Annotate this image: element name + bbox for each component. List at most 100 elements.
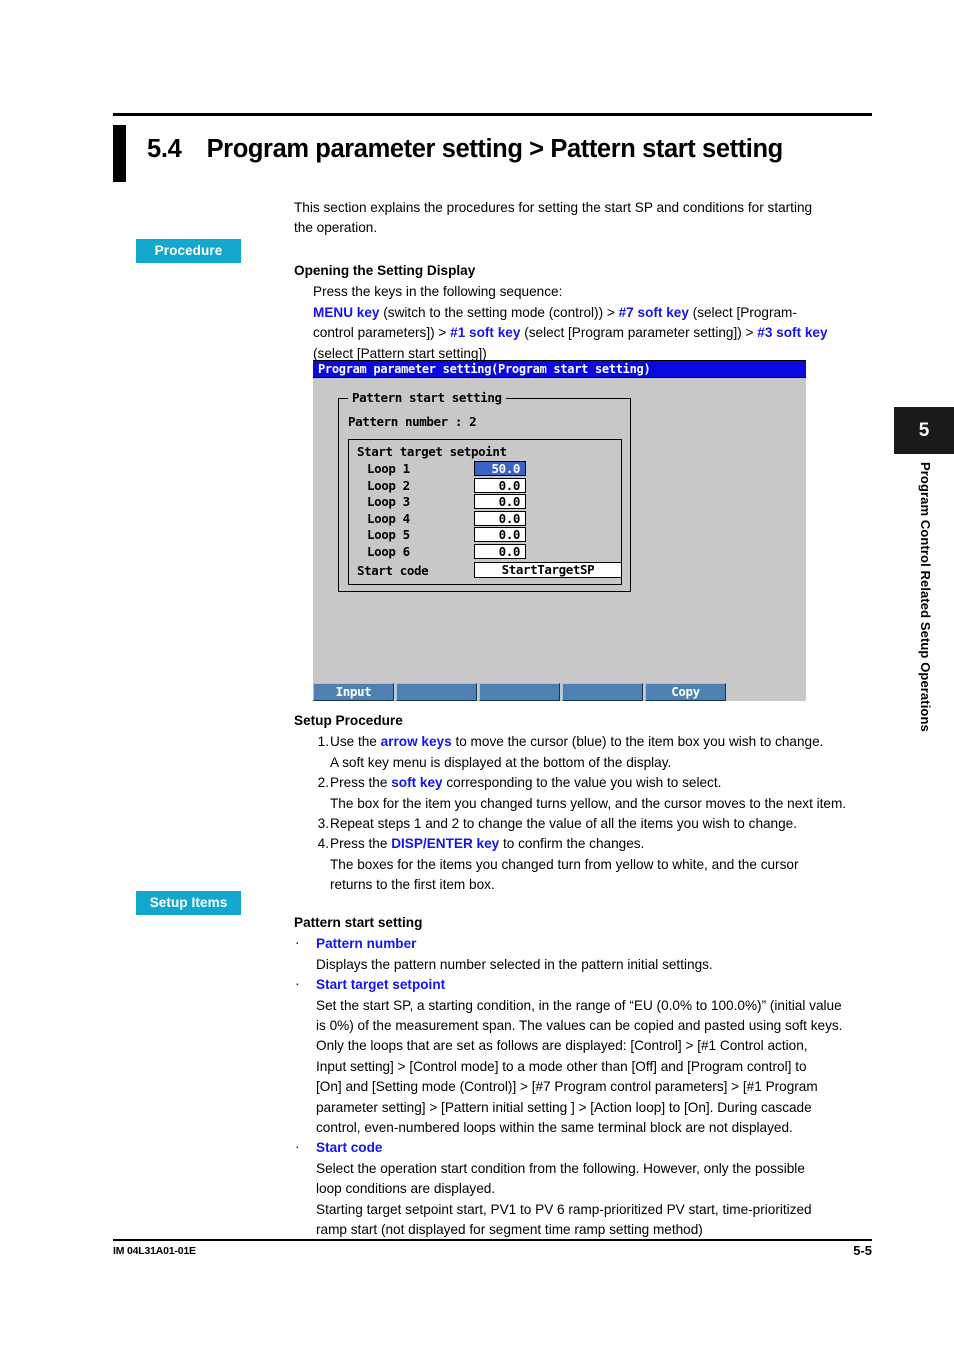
start-code-label: Start code [357,563,429,578]
body-line: is 0%) of the measurement span. The valu… [316,1018,843,1034]
page-title: Program parameter setting > Pattern star… [206,135,784,163]
loop-value-field[interactable]: 0.0 [474,494,526,509]
step-text-a: Press the [330,836,392,852]
loop-label: Loop 6 [367,543,410,559]
arrow-keys-ref: arrow keys [380,734,452,750]
start-target-setpoint-box: Start target setpoint Loop 1 50.0 Loop 2… [348,439,622,585]
step-subtext: A soft key menu is displayed at the bott… [330,754,672,770]
procedure-badge: Procedure [136,239,241,263]
section-number: 5.4 [147,135,182,163]
loop-value-field[interactable]: 50.0 [474,461,526,476]
list-item: 3. Repeat steps 1 and 2 to change the va… [294,814,874,834]
setup-items-badge: Setup Items [136,891,241,915]
loop-value-field[interactable]: 0.0 [474,510,526,526]
section-heading: 5.4 Program parameter setting > Pattern … [113,113,872,182]
soft-key-ref: soft key [391,775,443,791]
device-screen-figure: Program parameter setting(Program start … [313,360,806,701]
bullet-icon: · [295,935,300,951]
item-body: Select the operation start condition fro… [294,1159,874,1241]
softkey7-ref: #7 soft key [618,304,689,320]
intro-line-2: the operation. [294,220,378,236]
device-body: Pattern start setting Pattern number : 2… [313,378,806,663]
loop-label: Loop 1 [367,461,410,476]
softkey-3[interactable] [479,683,560,701]
softkey1-ref: #1 soft key [450,325,521,341]
setup-procedure-block: Setup Procedure 1. Use the arrow keys to… [294,711,874,896]
loop-rows: Loop 1 50.0 Loop 2 0.0 Loop 3 0.0 Loop 4… [349,461,622,580]
seq-text-2: (select [Program- [688,304,797,320]
pattern-number-readout: Pattern number : 2 [348,414,477,429]
loop-value-field[interactable]: 0.0 [474,477,526,493]
opening-lead: Press the keys in the following sequence… [313,284,563,300]
item-label-start-code: Start code [316,1140,383,1156]
loop-value-field[interactable]: 0.0 [474,543,526,559]
loop-value-field[interactable]: 0.0 [474,527,526,542]
seq-text-1: (switch to the setting mode (control)) > [379,304,619,320]
softkey-bar: Input Copy [313,683,806,701]
pattern-start-setting-groupbox: Pattern start setting Pattern number : 2… [338,390,631,592]
body-line: Set the start SP, a starting condition, … [316,997,842,1013]
step-text-a: Press the [330,775,392,791]
intro-line-1: This section explains the procedures for… [294,200,813,215]
loop-row: Loop 4 0.0 [349,510,621,528]
groupbox-legend: Pattern start setting [348,390,506,405]
body-line: parameter setting] > [Pattern initial se… [316,1099,812,1115]
loop-row: Loop 3 0.0 [349,494,621,511]
step-number: 4. [317,836,329,852]
setup-items-heading: Pattern start setting [294,915,423,930]
step-subtext-2: returns to the first item box. [330,877,495,893]
device-titlebar: Program parameter setting(Program start … [313,360,806,378]
list-item: · Start target setpoint [294,975,874,995]
loop-row: Loop 1 50.0 [349,461,621,478]
heading-rule [113,113,872,116]
softkey-4[interactable] [562,683,643,701]
intro-paragraph: This section explains the procedures for… [294,198,874,239]
bullet-icon: · [295,1139,300,1155]
body-line: control, even-numbered loops within the … [316,1120,793,1136]
item-body: Displays the pattern number selected in … [294,955,874,975]
setup-procedure-steps: 1. Use the arrow keys to move the cursor… [294,732,874,895]
loop-label: Loop 5 [367,527,410,542]
list-item: 1. Use the arrow keys to move the cursor… [294,732,874,773]
body-line: Displays the pattern number selected in … [316,956,713,972]
footer-rule [113,1239,872,1241]
softkey3-ref: #3 soft key [757,325,828,341]
body-line: Starting target setpoint start, PV1 to P… [316,1201,812,1217]
seq-text-4: (select [Program parameter setting]) > [520,325,758,341]
softkey-5-copy[interactable]: Copy [645,683,726,701]
body-line: ramp start (not displayed for segment ti… [316,1222,703,1238]
seq-text-3: control parameters]) > [313,325,451,341]
start-code-field[interactable]: StartTargetSP [474,562,622,578]
list-item: 2. Press the soft key corresponding to t… [294,773,874,814]
loop-row: Loop 5 0.0 [349,527,621,544]
list-item: · Pattern number [294,934,874,954]
opening-setting-display-block: Opening the Setting Display Press the ke… [294,261,874,364]
step-text-b: corresponding to the value you wish to s… [442,775,722,791]
body-line: Input setting] > [Control mode] to a mod… [316,1058,807,1074]
step-text-b: to move the cursor (blue) to the item bo… [451,734,824,750]
document-number: IM 04L31A01-01E [113,1245,196,1257]
item-body: Set the start SP, a starting condition, … [294,996,874,1139]
loop-row: Loop 2 0.0 [349,477,621,495]
step-number: 3. [317,816,329,832]
softkey-1-input[interactable]: Input [313,683,394,701]
body-line: Select the operation start condition fro… [316,1160,805,1176]
softkey-2[interactable] [396,683,477,701]
chapter-title-text: Program Control Related Setup Operations [918,462,933,732]
setup-procedure-heading: Setup Procedure [294,713,403,728]
body-line: Only the loops that are set as follows a… [316,1038,808,1054]
menu-key-ref: MENU key [313,304,380,320]
step-text-b: to confirm the changes. [499,836,645,852]
page-number: 5-5 [853,1243,872,1258]
start-code-row: Start code StartTargetSP [349,562,622,580]
step-number: 1. [317,734,329,750]
list-item: 4. Press the DISP/ENTER key to confirm t… [294,834,874,895]
key-sequence: MENU key (switch to the setting mode (co… [313,303,874,364]
body-line: [On] and [Setting mode (Control)] > [#7 … [316,1079,818,1095]
seq-text-5: (select [Pattern start setting]) [313,345,487,361]
item-label-start-target-setpoint: Start target setpoint [316,977,446,993]
loop-label: Loop 4 [367,510,410,526]
chapter-number-tab: 5 [894,407,954,454]
item-label-pattern-number: Pattern number [316,936,417,952]
loop-label: Loop 3 [367,494,410,509]
